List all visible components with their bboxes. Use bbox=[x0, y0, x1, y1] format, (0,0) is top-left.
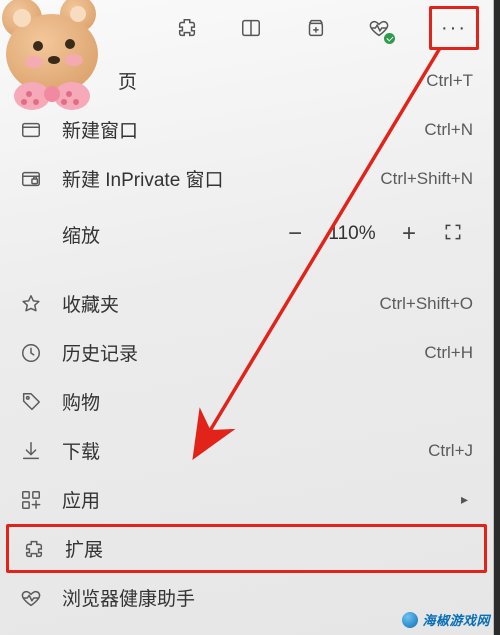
heart-pulse-icon bbox=[18, 585, 44, 611]
menu-item-downloads[interactable]: 下载 Ctrl+J bbox=[0, 426, 493, 475]
menu-item-shopping[interactable]: 购物 bbox=[0, 377, 493, 426]
collections-icon[interactable] bbox=[301, 14, 329, 42]
puzzle-icon bbox=[21, 536, 47, 562]
inprivate-icon bbox=[18, 166, 44, 192]
menu-label: 浏览器健康助手 bbox=[62, 584, 473, 611]
zoom-label: 缩放 bbox=[62, 221, 271, 248]
browser-health-icon[interactable] bbox=[365, 14, 393, 42]
tag-icon bbox=[18, 389, 44, 415]
menu-shortcut: Ctrl+J bbox=[428, 441, 473, 461]
menu-shortcut: Ctrl+H bbox=[424, 343, 473, 363]
history-icon bbox=[18, 340, 44, 366]
menu-shortcut: Ctrl+N bbox=[424, 120, 473, 140]
split-screen-icon[interactable] bbox=[237, 14, 265, 42]
chevron-right-icon: ▸ bbox=[461, 491, 473, 508]
watermark-text: 海椒游戏网 bbox=[422, 610, 490, 629]
settings-menu: 页 Ctrl+T 新建窗口 Ctrl+N 新建 InPrivate 窗口 Ctr… bbox=[0, 56, 493, 635]
menu-item-extensions[interactable]: 扩展 bbox=[6, 524, 487, 573]
menu-item-history[interactable]: 历史记录 Ctrl+H bbox=[0, 328, 493, 377]
window-edge bbox=[494, 0, 500, 635]
menu-label: 收藏夹 bbox=[62, 290, 379, 317]
menu-item-apps[interactable]: 应用 ▸ bbox=[0, 475, 493, 524]
menu-label: 购物 bbox=[62, 388, 473, 415]
zoom-value: 110% bbox=[319, 223, 385, 245]
more-icon: ··· bbox=[441, 18, 467, 38]
menu-shortcut: Ctrl+Shift+O bbox=[379, 294, 473, 314]
zoom-out-button[interactable]: − bbox=[271, 220, 319, 248]
browser-menu-panel: ··· 页 Ctrl+T bbox=[0, 0, 494, 635]
star-icon bbox=[18, 291, 44, 317]
menu-label: 下载 bbox=[62, 437, 428, 464]
globe-icon bbox=[402, 612, 418, 628]
menu-label: 历史记录 bbox=[62, 339, 424, 366]
fullscreen-button[interactable] bbox=[433, 222, 473, 247]
apps-icon bbox=[18, 487, 44, 513]
zoom-in-button[interactable]: + bbox=[385, 220, 433, 248]
menu-item-zoom: 缩放 − 110% + bbox=[0, 203, 493, 265]
menu-item-new-inprivate[interactable]: 新建 InPrivate 窗口 Ctrl+Shift+N bbox=[0, 154, 493, 203]
menu-shortcut: Ctrl+T bbox=[426, 71, 473, 91]
menu-label: 扩展 bbox=[65, 535, 470, 562]
health-check-badge bbox=[384, 33, 395, 44]
download-icon bbox=[18, 438, 44, 464]
more-menu-button[interactable]: ··· bbox=[429, 6, 479, 50]
extensions-icon[interactable] bbox=[173, 14, 201, 42]
bear-sticker-overlay bbox=[0, 0, 122, 122]
separator bbox=[0, 265, 493, 279]
menu-shortcut: Ctrl+Shift+N bbox=[380, 169, 473, 189]
watermark: 海椒游戏网 bbox=[402, 610, 490, 629]
menu-label: 新建 InPrivate 窗口 bbox=[62, 165, 380, 192]
menu-label: 应用 bbox=[62, 486, 453, 513]
menu-item-favorites[interactable]: 收藏夹 Ctrl+Shift+O bbox=[0, 279, 493, 328]
